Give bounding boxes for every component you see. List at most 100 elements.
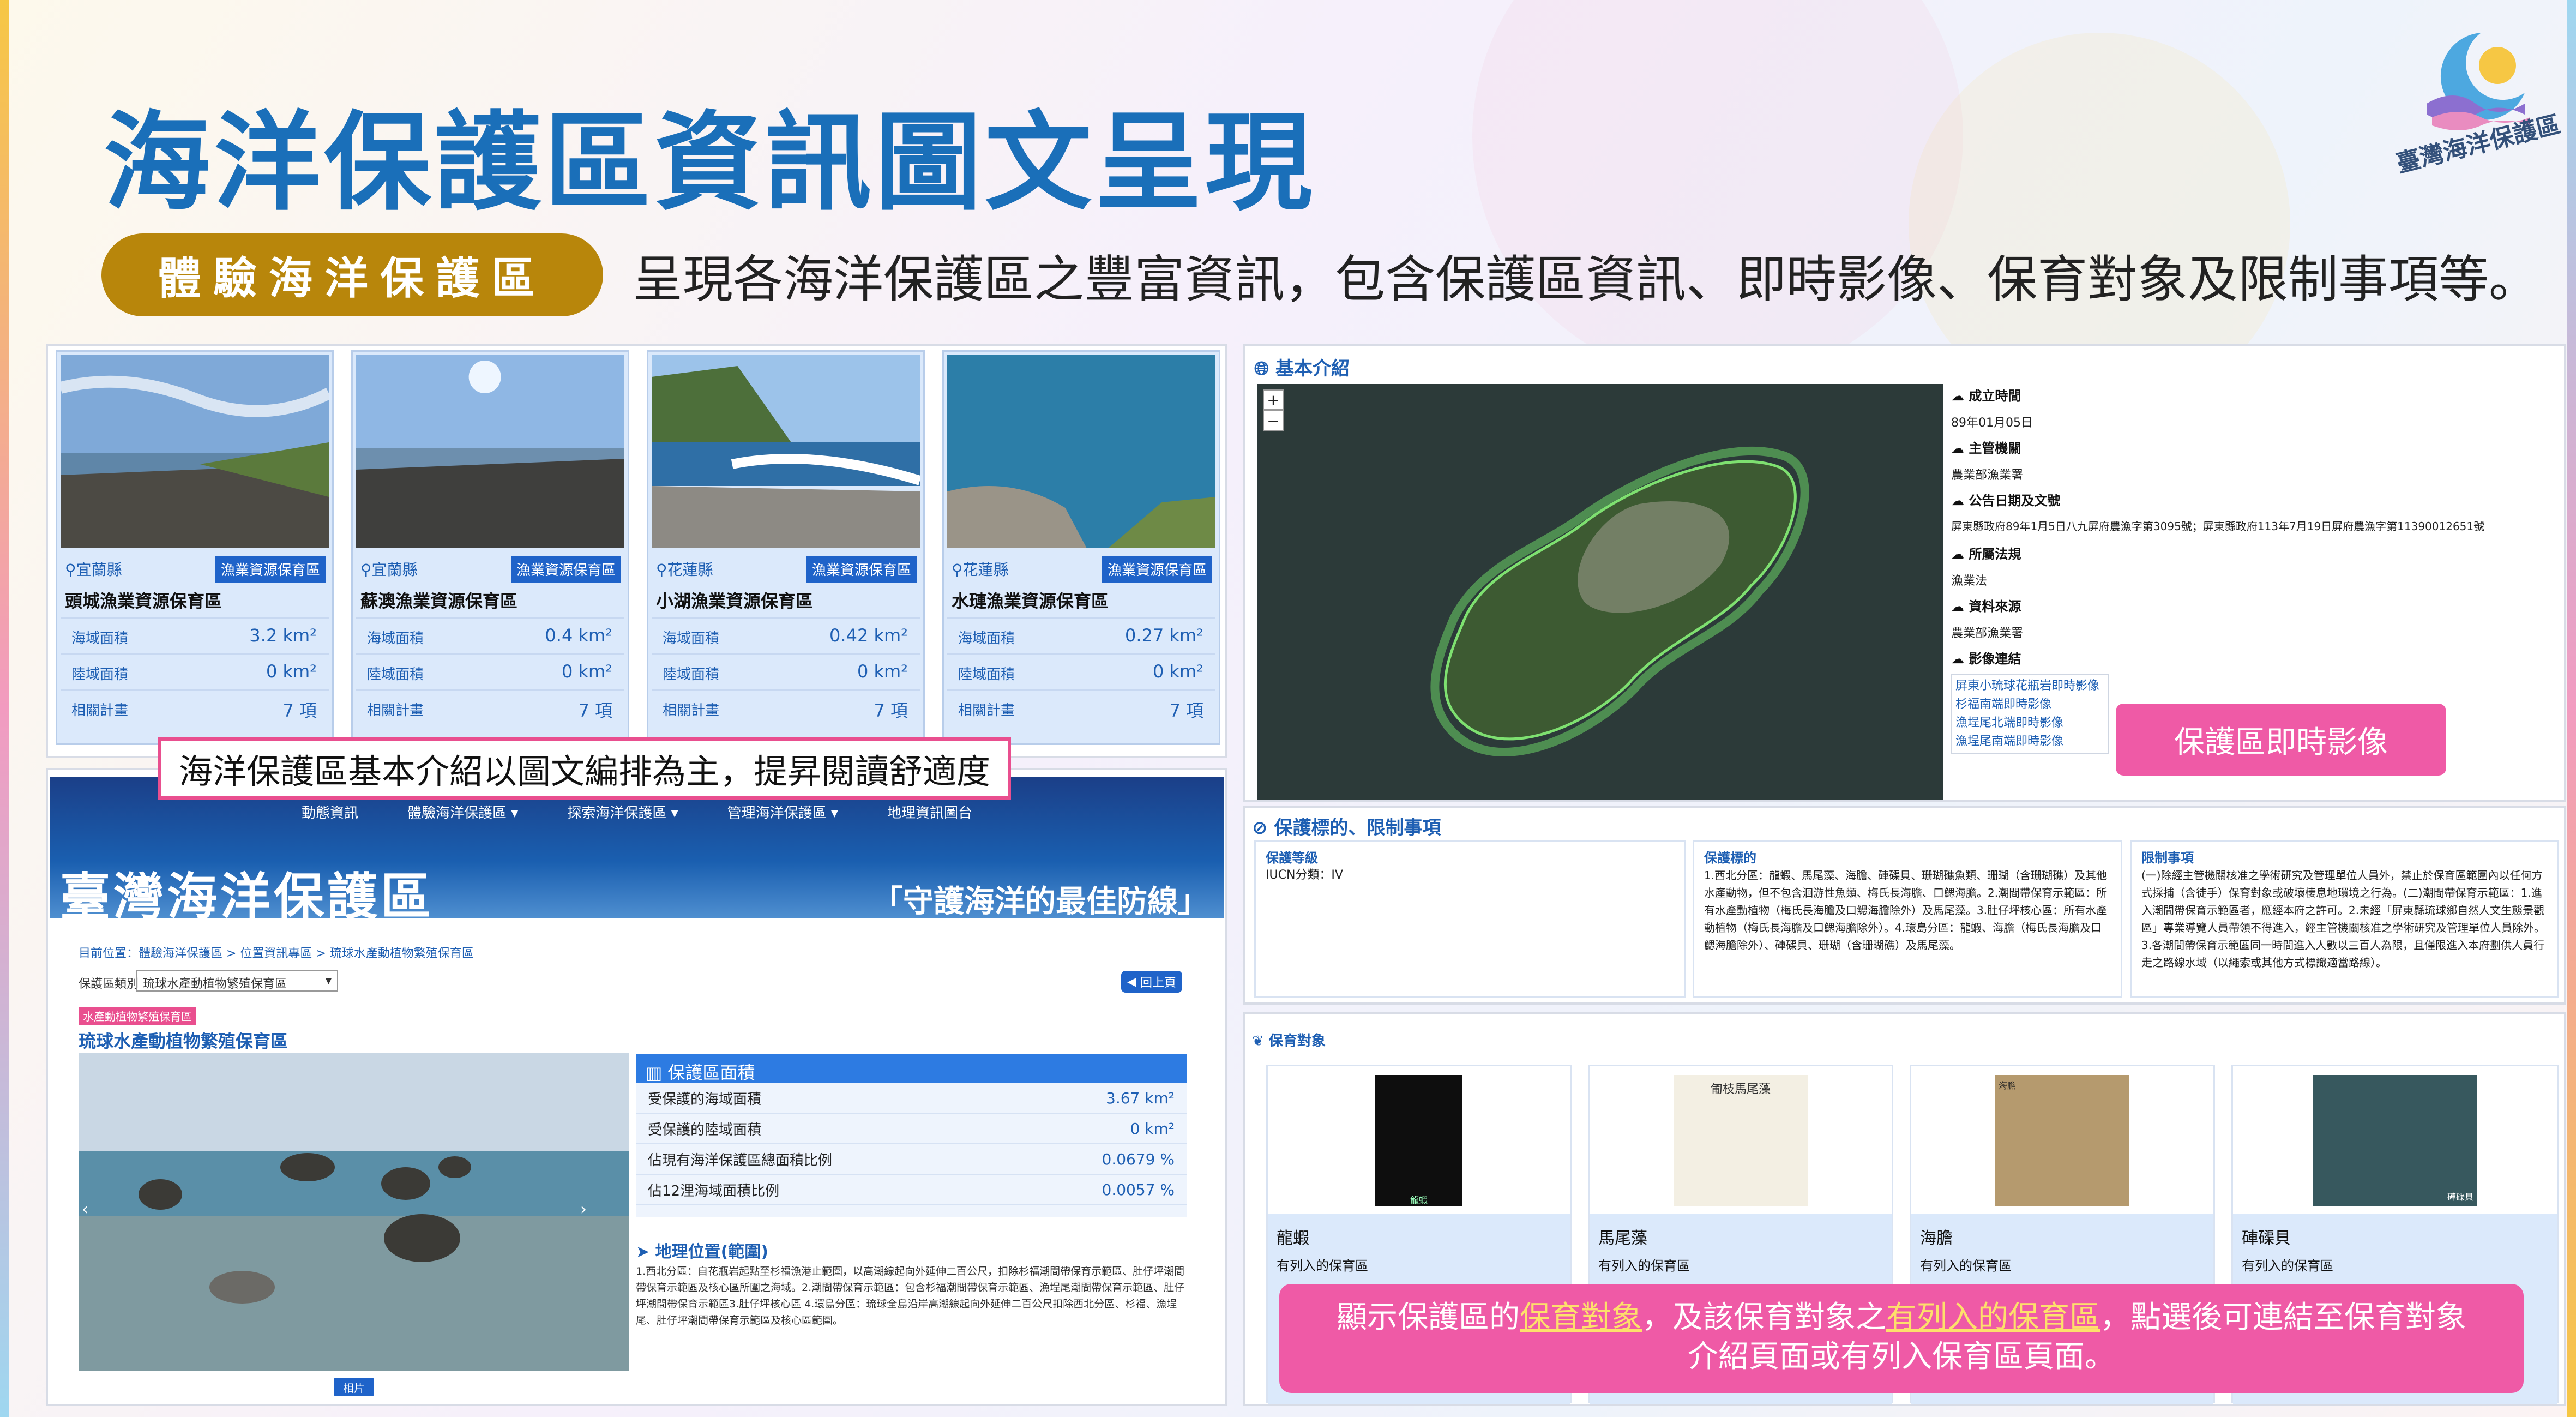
left-callout: 海洋保護區基本介紹以圖文編排為主，提昇閱讀舒適度 (158, 737, 1012, 800)
card-county: ⚲花蓮縣 (656, 561, 713, 579)
area-card[interactable]: ⚲宜蘭縣 漁業資源保育區 蘇澳漁業資源保育區 海域面積 0.4 km² 陸域面積 0… (351, 350, 629, 745)
area-card[interactable]: ⚲花蓮縣 漁業資源保育區 小湖漁業資源保育區 海域面積 0.42 km² 陸域面積… (647, 350, 925, 745)
card-county: ⚲宜蘭縣 (360, 561, 418, 579)
area-card[interactable]: ⚲宜蘭縣 漁業資源保育區 頭城漁業資源保育區 海域面積 3.2 km² 陸域面積 0… (56, 350, 334, 745)
row-value: 0.27 km² (1125, 625, 1203, 646)
area-row: 受保護的陸域面積 0 km² (636, 1114, 1187, 1144)
cloud-icon: ☁︎ (1951, 651, 1969, 667)
card-row: 海域面積 3.2 km² (61, 617, 329, 650)
card-badge[interactable]: 漁業資源保育區 (215, 556, 326, 583)
pin-icon: ⚲ (360, 561, 372, 579)
card-title[interactable]: 小湖漁業資源保育區 (656, 587, 813, 613)
card-row: 海域面積 0.4 km² (356, 617, 624, 650)
restriction-column: 限制事項 (一)除經主管機關核准之學術研究及管理單位人員外，禁止於保育區範圍內以… (2130, 840, 2559, 998)
card-row: 陸域面積 0 km² (947, 653, 1215, 686)
card-row: 相關計畫 7 項 (356, 689, 624, 722)
card-badge[interactable]: 漁業資源保育區 (510, 556, 621, 583)
area-title: 琉球水產動植物繁殖保育區 (79, 1031, 288, 1052)
card-row: 相關計畫 7 項 (61, 689, 329, 722)
live-video-callout: 保護區即時影像 (2116, 704, 2446, 776)
back-button[interactable]: ◀ 回上頁 (1121, 971, 1182, 993)
row-label: 海域面積 (71, 631, 129, 647)
nav-item[interactable]: 體驗海洋保護區 ▾ (407, 802, 518, 832)
row-value: 7 項 (1169, 700, 1203, 721)
intro-fields: ☁︎ 成立時間 89年01月05日 ☁︎ 主管機關 農業部漁業署 ☁︎ 公告日期… (1951, 385, 2556, 754)
decor-circle (1472, 0, 1963, 382)
row-value: 3.2 km² (249, 625, 317, 646)
category-select[interactable]: 琉球水產動植物繁殖保育區 ▾ (136, 970, 338, 992)
chevron-down-icon: ▾ (325, 974, 332, 988)
protect-target-column: 保護標的 1.西北分區：龍蝦、馬尾藻、海膽、硨磲貝、珊瑚礁魚類、珊瑚（含珊瑚礁）… (1693, 840, 2122, 998)
card-title[interactable]: 頭城漁業資源保育區 (65, 587, 222, 613)
leaf-icon: ❦ (1252, 1033, 1269, 1049)
species-image: 龍蝦 (1272, 1071, 1566, 1210)
column-text: 1.西北分區：龍蝦、馬尾藻、海膽、硨磲貝、珊瑚礁魚類、珊瑚（含珊瑚礁）及其他水產… (1704, 869, 2108, 952)
card-badge[interactable]: 漁業資源保育區 (1102, 556, 1212, 583)
row-value: 0.4 km² (545, 625, 612, 646)
column-title: 保護等級 (1266, 850, 1318, 866)
right-frame (2567, 0, 2576, 1417)
field-value[interactable]: 農業部漁業署 (1951, 623, 2556, 641)
species-callout: 顯示保護區的保育對象，及該保育對象之有列入的保育區，點選後可連結至保育對象 介紹頁… (1279, 1284, 2524, 1393)
video-link[interactable]: 杉福南端即時影像 (1955, 695, 2105, 714)
species-name[interactable]: 硨磲貝 (2242, 1224, 2291, 1248)
photo-button[interactable]: 相片 (334, 1378, 374, 1396)
chevron-left-icon[interactable]: ‹ (82, 1200, 88, 1219)
map-zoom-in-button[interactable]: + (1263, 389, 1284, 410)
nav-item[interactable]: 地理資訊圖台 (887, 802, 972, 832)
site-nav: 動態資訊 體驗海洋保護區 ▾ 探索海洋保護區 ▾ 管理海洋保護區 ▾ 地理資訊圖… (50, 802, 1224, 832)
info-field: ☁︎ 資料來源 農業部漁業署 (1951, 596, 2556, 648)
area-photo[interactable] (79, 1053, 629, 1371)
card-title[interactable]: 蘇澳漁業資源保育區 (360, 587, 517, 613)
protect-level-column: 保護等級 IUCN分類：IV (1254, 840, 1686, 998)
chevron-right-icon[interactable]: › (580, 1200, 587, 1219)
breadcrumb[interactable]: 目前位置：體驗海洋保護區 > 位置資訊專區 > 琉球水產動植物繁殖保育區 (79, 944, 474, 961)
info-field: ☁︎ 公告日期及文號 屏東縣政府89年1月5日八九屏府農漁字第3095號；屏東縣… (1951, 490, 2556, 543)
card-row: 相關計畫 7 項 (947, 689, 1215, 722)
row-value: 0 km² (266, 661, 317, 682)
row-label: 相關計畫 (367, 703, 424, 719)
nav-item[interactable]: 探索海洋保護區 ▾ (567, 802, 678, 832)
info-field: ☁︎ 所屬法規 漁業法 (1951, 543, 2556, 596)
card-badge[interactable]: 漁業資源保育區 (806, 556, 917, 583)
field-value: 農業部漁業署 (1951, 469, 2024, 482)
card-title[interactable]: 水璉漁業資源保育區 (952, 587, 1109, 613)
area-card[interactable]: ⚲花蓮縣 漁業資源保育區 水璉漁業資源保育區 海域面積 0.27 km² 陸域面積… (942, 350, 1220, 745)
field-value: 89年01月05日 (1951, 416, 2033, 430)
species-title: ❦ 保育對象 (1252, 1033, 1326, 1049)
card-county: ⚲花蓮縣 (952, 561, 1009, 579)
video-links: 屏東小琉球花瓶岩即時影像 杉福南端即時影像 漁埕尾北端即時影像 漁埕尾南端即時影… (1951, 674, 2109, 754)
cloud-icon: ☁︎ (1951, 441, 1969, 456)
card-row: 海域面積 0.27 km² (947, 617, 1215, 650)
video-link[interactable]: 漁埕尾南端即時影像 (1955, 732, 2105, 751)
video-link[interactable]: 漁埕尾北端即時影像 (1955, 714, 2105, 732)
intro-title: 🌐︎ 基本介紹 (1254, 358, 1350, 380)
pin-icon: ⚲ (656, 561, 667, 579)
species-name[interactable]: 馬尾藻 (1598, 1224, 1647, 1248)
species-level: 有列入的保育區 (1920, 1258, 2012, 1274)
species-level: 有列入的保育區 (2242, 1258, 2333, 1274)
area-row: 佔12浬海域面積比例 0.0057 % (636, 1175, 1187, 1205)
row-label: 陸域面積 (71, 667, 129, 683)
species-level: 有列入的保育區 (1598, 1258, 1690, 1274)
select-label: 保護區類別 (79, 977, 139, 991)
row-value: 0 km² (857, 661, 908, 682)
cloud-icon: ☁︎ (1951, 493, 1969, 508)
map-zoom-out-button[interactable]: − (1263, 410, 1284, 431)
row-value: 0.42 km² (829, 625, 908, 646)
nav-item[interactable]: 管理海洋保護區 ▾ (727, 802, 838, 832)
site-slogan: 「守護海洋的最佳防線」 (872, 884, 1208, 920)
row-label: 相關計畫 (958, 703, 1015, 719)
species-name[interactable]: 海膽 (1920, 1224, 1953, 1248)
card-photo (652, 355, 920, 548)
species-name[interactable]: 龍蝦 (1277, 1224, 1309, 1248)
page-title: 海洋保護區資訊圖文呈現 (104, 101, 1316, 225)
satellite-map[interactable] (1257, 384, 1943, 800)
area-row: 佔現有海洋保護區總面積比例 0.0679 % (636, 1144, 1187, 1175)
video-link[interactable]: 屏東小琉球花瓶岩即時影像 (1955, 677, 2105, 695)
nav-item[interactable]: 動態資訊 (302, 802, 358, 832)
card-photo (356, 355, 624, 548)
column-title: 保護標的 (1704, 850, 1756, 866)
species-image: 硨磲貝 (2237, 1071, 2553, 1210)
page-subtitle: 呈現各海洋保護區之豐富資訊，包含保護區資訊、即時影像、保育對象及限制事項等。 (633, 250, 2539, 309)
